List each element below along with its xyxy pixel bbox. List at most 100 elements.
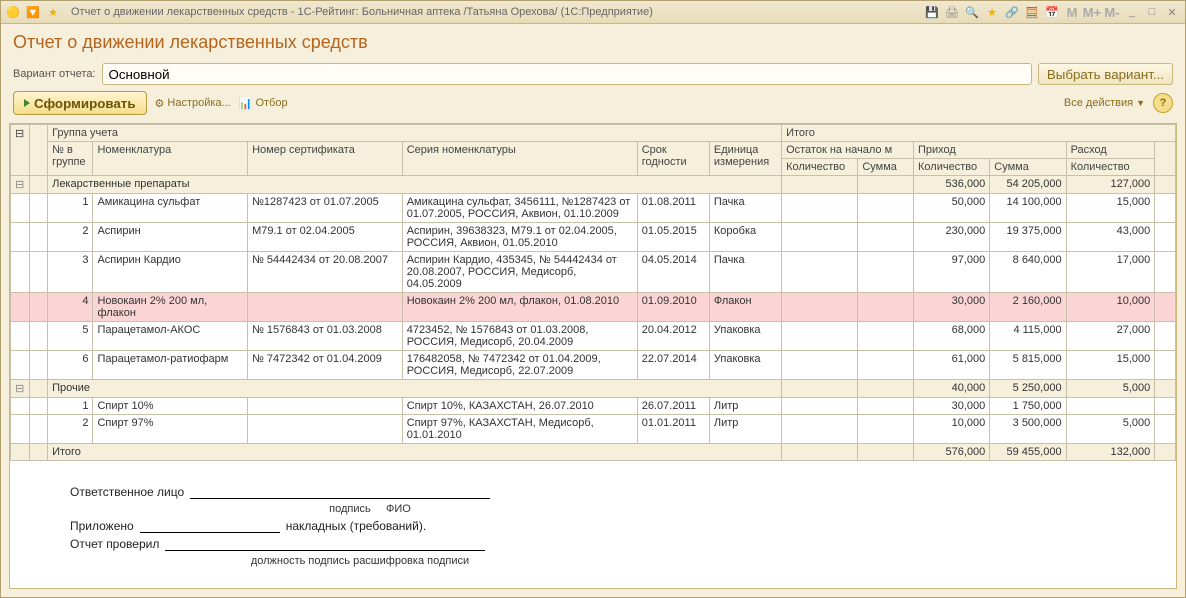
cell-unit: Упаковка [709, 322, 781, 351]
cell-in-sum: 19 375,000 [990, 223, 1066, 252]
report-table: ⊟ Группа учета Итого № в группе Номенкла… [10, 124, 1176, 461]
cell-nomen: Спирт 97% [93, 415, 248, 444]
cell-in-qty: 68,000 [914, 322, 990, 351]
invoices-label: накладных (требований). [286, 519, 426, 533]
cell-series: 176482058, № 7472342 от 01.04.2009, РОСС… [402, 351, 637, 380]
cell-no: 3 [48, 252, 93, 293]
cell-unit: Пачка [709, 194, 781, 223]
tree-toggle[interactable]: ⊟ [11, 176, 30, 194]
col-group: Группа учета [48, 125, 782, 142]
table-row[interactable]: 2Спирт 97%Спирт 97%, КАЗАХСТАН, Медисорб… [11, 415, 1176, 444]
table-row[interactable]: 1Спирт 10%Спирт 10%, КАЗАХСТАН, 26.07.20… [11, 398, 1176, 415]
sign-caption: подпись [329, 503, 371, 515]
cell [858, 293, 914, 322]
save-icon[interactable]: 💾 [923, 4, 941, 20]
window-title: Отчет о движении лекарственных средств -… [71, 6, 653, 18]
cell [858, 322, 914, 351]
cell-cert: №1287423 от 01.07.2005 [248, 194, 403, 223]
star-icon[interactable]: ★ [983, 4, 1001, 20]
col-nomen: Номенклатура [93, 142, 248, 176]
favorite-star-icon[interactable]: ★ [45, 4, 61, 20]
variant-label: Вариант отчета: [13, 68, 96, 80]
cell-exp: 01.09.2010 [637, 293, 709, 322]
cell [782, 444, 858, 461]
col-income: Приход [914, 142, 1067, 159]
cell-unit: Упаковка [709, 351, 781, 380]
cell-series: 4723452, № 1576843 от 01.03.2008, РОССИЯ… [402, 322, 637, 351]
cell [782, 176, 858, 194]
header-row-1: ⊟ Группа учета Итого [11, 125, 1176, 142]
cell [858, 223, 914, 252]
cell [858, 176, 914, 194]
dropdown-icon[interactable]: 🔽 [25, 4, 41, 20]
cell-exp: 22.07.2014 [637, 351, 709, 380]
titlebar: 🟡 🔽 ★ Отчет о движении лекарственных сре… [1, 1, 1185, 24]
table-row[interactable]: 4Новокаин 2% 200 мл, флаконНовокаин 2% 2… [11, 293, 1176, 322]
zoom-out-button[interactable]: M- [1103, 4, 1121, 20]
cell [858, 415, 914, 444]
cell-in-sum: 1 750,000 [990, 398, 1066, 415]
calc-icon[interactable]: 🧮 [1023, 4, 1041, 20]
grand-in-qty: 576,000 [914, 444, 990, 461]
maximize-button[interactable]: □ [1143, 4, 1161, 20]
grand-total-row: Итого576,00059 455,000132,000 [11, 444, 1176, 461]
cell-series: Аспирин Кардио, 435345, № 54442434 от 20… [402, 252, 637, 293]
form-report-label: Сформировать [34, 96, 136, 111]
calendar-icon[interactable]: 📅 [1043, 4, 1061, 20]
group-in-qty: 536,000 [914, 176, 990, 194]
cell [1155, 223, 1176, 252]
cell-exp: 26.07.2011 [637, 398, 709, 415]
chevron-down-icon: ▼ [1136, 98, 1145, 108]
close-button[interactable]: ✕ [1163, 4, 1181, 20]
play-icon [24, 99, 30, 107]
cell-no: 5 [48, 322, 93, 351]
table-row[interactable]: 1Амикацина сульфат№1287423 от 01.07.2005… [11, 194, 1176, 223]
minimize-button[interactable]: _ [1123, 4, 1141, 20]
cell [858, 380, 914, 398]
cell-nomen: Амикацина сульфат [93, 194, 248, 223]
settings-button[interactable]: ⚙Настройка... [155, 97, 231, 110]
table-row[interactable]: 2АспиринМ79.1 от 02.04.2005Аспирин, 3963… [11, 223, 1176, 252]
app-logo-icon: 🟡 [5, 4, 21, 20]
cell [1155, 293, 1176, 322]
cell-series: Спирт 10%, КАЗАХСТАН, 26.07.2010 [402, 398, 637, 415]
filter-button[interactable]: 📊Отбор [239, 97, 288, 110]
help-button[interactable]: ? [1153, 93, 1173, 113]
form-report-button[interactable]: Сформировать [13, 91, 147, 115]
cell-in-sum: 3 500,000 [990, 415, 1066, 444]
table-row[interactable]: 6Парацетамол-ратиофарм№ 7472342 от 01.04… [11, 351, 1176, 380]
cell-nomen: Аспирин [93, 223, 248, 252]
attached-label: Приложено [70, 519, 134, 533]
print-icon[interactable]: 🖨 [943, 4, 961, 20]
cell-in-sum: 2 160,000 [990, 293, 1066, 322]
cell-unit: Пачка [709, 252, 781, 293]
table-row[interactable]: 3Аспирин Кардио№ 54442434 от 20.08.2007А… [11, 252, 1176, 293]
cell-exp: 01.08.2011 [637, 194, 709, 223]
variant-input[interactable] [102, 63, 1032, 85]
cell-unit: Коробка [709, 223, 781, 252]
cell-no: 2 [48, 415, 93, 444]
link-icon[interactable]: 🔗 [1003, 4, 1021, 20]
choose-variant-button[interactable]: Выбрать вариант... [1038, 63, 1173, 85]
tree-expand-all[interactable]: ⊟ [11, 125, 30, 176]
group-row: ⊟Лекарственные препараты536,00054 205,00… [11, 176, 1176, 194]
preview-icon[interactable]: 🔍 [963, 4, 981, 20]
grand-in-sum: 59 455,000 [990, 444, 1066, 461]
cell-in-qty: 61,000 [914, 351, 990, 380]
cell-cert [248, 415, 403, 444]
group-out-qty: 5,000 [1066, 380, 1155, 398]
cell-no: 1 [48, 194, 93, 223]
cell-no: 2 [48, 223, 93, 252]
toolbar: Сформировать ⚙Настройка... 📊Отбор Все де… [1, 87, 1185, 119]
cell [782, 252, 858, 293]
col-exp: Срок годности [637, 142, 709, 176]
report-scroll[interactable]: ⊟ Группа учета Итого № в группе Номенкла… [10, 124, 1176, 588]
cell [858, 194, 914, 223]
table-row[interactable]: 5Парацетамол-АКОС№ 1576843 от 01.03.2008… [11, 322, 1176, 351]
cell [1155, 194, 1176, 223]
zoom-in-button[interactable]: M+ [1083, 4, 1101, 20]
tree-toggle[interactable]: ⊟ [11, 380, 30, 398]
zoom-reset-button[interactable]: M [1063, 4, 1081, 20]
filter-label: Отбор [255, 97, 287, 109]
all-actions-button[interactable]: Все действия ▼ [1064, 97, 1145, 109]
